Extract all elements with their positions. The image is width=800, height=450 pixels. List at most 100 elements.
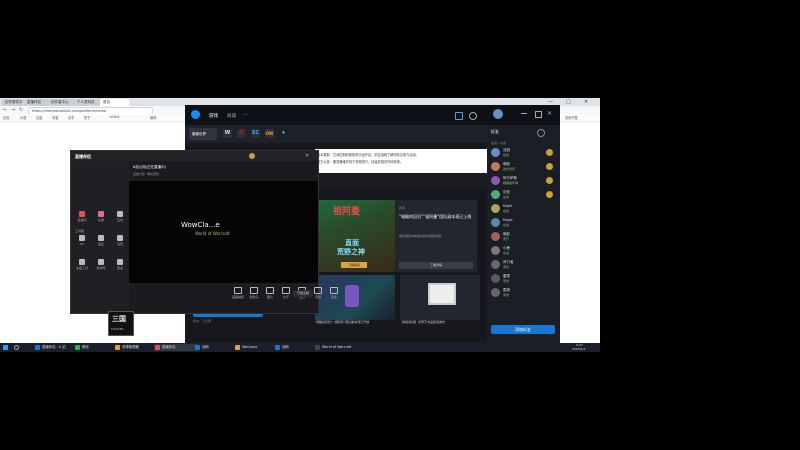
panel-button[interactable]: 连麦 — [92, 235, 110, 246]
close-icon[interactable]: ✕ — [305, 153, 309, 159]
streaming-app-window: 直播伴侣 ✕ 工具箱 直播间 礼物 互动 PK 连麦 设置 主播工具 素材库 更多 b站公用(正… — [70, 150, 338, 314]
friends-title: 好友 — [491, 129, 499, 134]
close-icon[interactable]: ✕ — [547, 110, 552, 117]
bookmark-item[interactable]: 百度 — [36, 115, 42, 120]
banner-subtitle-2: 荒野之神 — [337, 248, 365, 256]
panel-button-label: 直播间 — [77, 218, 87, 222]
taskbar-app[interactable]: 战网 — [274, 344, 318, 351]
friend-row[interactable]: 暗影 离开 — [491, 231, 559, 243]
notification-icon[interactable] — [469, 112, 477, 120]
panel-button[interactable]: 更多 — [111, 259, 129, 270]
reload-icon[interactable]: ↻ — [19, 107, 23, 113]
promo-card[interactable]: 新闻 “暗殿的回归”“祖阿曼”团队副本现已上线 前往游戏中体验全新内容和奖励。 … — [395, 200, 477, 272]
bookmark-item[interactable]: bilibili — [110, 115, 119, 119]
friend-row[interactable]: 阿尔萨斯 暗黑破坏神 — [491, 175, 559, 187]
user-avatar[interactable] — [249, 153, 255, 159]
diablo-game-icon[interactable]: D — [237, 129, 246, 138]
panel-button[interactable]: 素材库 — [92, 259, 110, 270]
friend-row[interactable]: 小鹿 在线 — [491, 245, 559, 257]
taskbar-app[interactable]: 战网 — [194, 344, 238, 351]
nav-shop[interactable]: 商城 — [227, 113, 236, 119]
add-friend-button[interactable]: 添加好友 — [491, 325, 555, 334]
panel-button[interactable]: PK — [73, 235, 91, 246]
source-tool[interactable]: 文字 — [279, 287, 293, 299]
browser-tab[interactable]: 创作者中心 — [48, 99, 75, 106]
preview-canvas[interactable]: WowCla...e World of Warcraft — [129, 181, 318, 283]
source-tool-icon — [330, 287, 338, 294]
wow-game-icon[interactable]: W — [223, 129, 232, 138]
maximize-icon[interactable]: □ — [566, 99, 571, 105]
starcraft-game-icon[interactable]: SC — [251, 129, 260, 138]
start-icon[interactable] — [3, 345, 8, 350]
user-avatar[interactable] — [493, 109, 503, 119]
browser-tab[interactable]: 个人资料页 — [74, 99, 101, 106]
game-badge-icon — [546, 163, 553, 170]
add-game-icon[interactable]: + — [279, 129, 288, 138]
source-tool-label: 更多 — [330, 295, 337, 299]
friend-row[interactable]: 风行者 离线 — [491, 259, 559, 271]
search-icon[interactable] — [14, 345, 19, 350]
bookmark-item[interactable]: 知乎 — [84, 115, 90, 120]
bookmark-item[interactable]: 其他书签 — [565, 115, 578, 120]
taskbar-app[interactable]: 直播伴侣 - b 站 — [34, 344, 78, 351]
friend-name: Night — [503, 204, 513, 208]
start-live-button[interactable]: 开始直播 — [293, 290, 313, 297]
browser-tab[interactable]: 直播伴侣 — [24, 99, 49, 106]
friend-row[interactable]: Night 在线 — [491, 203, 559, 215]
panel-button[interactable]: 设置 — [111, 235, 129, 246]
search-icon[interactable] — [537, 129, 545, 137]
close-icon[interactable]: ✕ — [584, 99, 588, 105]
source-tool[interactable]: 音频 — [311, 287, 325, 299]
bookmark-item[interactable]: 抖音 — [20, 115, 26, 120]
taskbar-app[interactable]: WeGame — [234, 344, 278, 351]
taskbar: 直播伴侣 - b 站 微信 资源管理器 直播伴侣 战网 WeGame 战网 World of … — [0, 343, 600, 352]
maximize-icon[interactable] — [535, 111, 542, 118]
panel-button-label: PK — [80, 242, 84, 246]
source-tool[interactable]: 摄像头 — [247, 287, 261, 299]
browser-tab[interactable]: 创作服务平台 — [2, 99, 25, 106]
game-banner[interactable]: 祖阿曼 直面 荒野之神 了解更多 — [315, 200, 395, 272]
panel-button[interactable]: 主播工具 — [73, 259, 91, 270]
panel-button[interactable]: 互动 — [111, 211, 129, 222]
bookmark-item[interactable]: 淘宝 — [52, 115, 58, 120]
panel-button[interactable]: 直播间 — [73, 211, 91, 222]
gift-icon[interactable] — [455, 112, 463, 120]
panel-button[interactable]: 礼物 — [92, 211, 110, 222]
friend-row[interactable]: 霜狼 离线 — [491, 287, 559, 299]
minimize-icon[interactable] — [521, 113, 527, 114]
taskbar-app[interactable]: World of Warcraft — [314, 344, 382, 351]
forward-icon[interactable]: → — [11, 107, 15, 113]
friends-panel: 好友 在线 - 好友 流浪 在线萌新 魔兽世界 阿尔萨斯 暗黑破坏神 剑圣 在线 Night 在… — [487, 125, 560, 343]
source-tool[interactable]: 画面捕捉 — [231, 287, 245, 299]
taskbar-app-label: WeGame — [242, 345, 258, 349]
friend-row[interactable]: 剑圣 在线 — [491, 189, 559, 201]
taskbar-app[interactable]: 直播伴侣 — [154, 344, 198, 351]
friend-row[interactable]: Mage 在线 — [491, 217, 559, 229]
taskbar-app-label: 战网 — [202, 345, 209, 349]
taskbar-app-label: 资源管理器 — [122, 345, 139, 349]
nav-games[interactable]: 游戏 — [209, 113, 218, 119]
browser-tab-active[interactable]: 首页 — [100, 99, 129, 106]
friend-row[interactable]: 萌新 魔兽世界 — [491, 161, 559, 173]
nav-more[interactable]: ··· — [243, 112, 248, 118]
friend-row[interactable]: 流浪 在线 — [491, 147, 559, 159]
taskbar-app[interactable]: 微信 — [74, 344, 118, 351]
source-tool[interactable]: 更多 — [327, 287, 341, 299]
taskbar-app-label: 战网 — [282, 345, 289, 349]
news-thumbnail[interactable] — [400, 275, 480, 320]
overwatch-game-icon[interactable]: OW — [265, 129, 274, 138]
promo-button[interactable]: 了解详情 — [399, 262, 473, 269]
banner-button[interactable]: 了解更多 — [341, 262, 367, 268]
friend-name: Mage — [503, 218, 513, 222]
bookmark-item[interactable]: 应用 — [3, 115, 9, 120]
source-tool[interactable]: 图片 — [263, 287, 277, 299]
bookmark-item[interactable]: 京东 — [68, 115, 74, 120]
back-icon[interactable]: ← — [3, 107, 7, 113]
friends-group-label: 在线 - 好友 — [491, 141, 506, 145]
source-tool-icon — [234, 287, 242, 294]
bookmark-item[interactable]: 微博 — [150, 115, 156, 120]
taskbar-app[interactable]: 资源管理器 — [114, 344, 158, 351]
battlenet-logo-icon[interactable] — [191, 110, 200, 119]
friend-row[interactable]: 雷霆 离线 — [491, 273, 559, 285]
active-game-tab[interactable]: 魔兽世界 — [189, 128, 217, 140]
